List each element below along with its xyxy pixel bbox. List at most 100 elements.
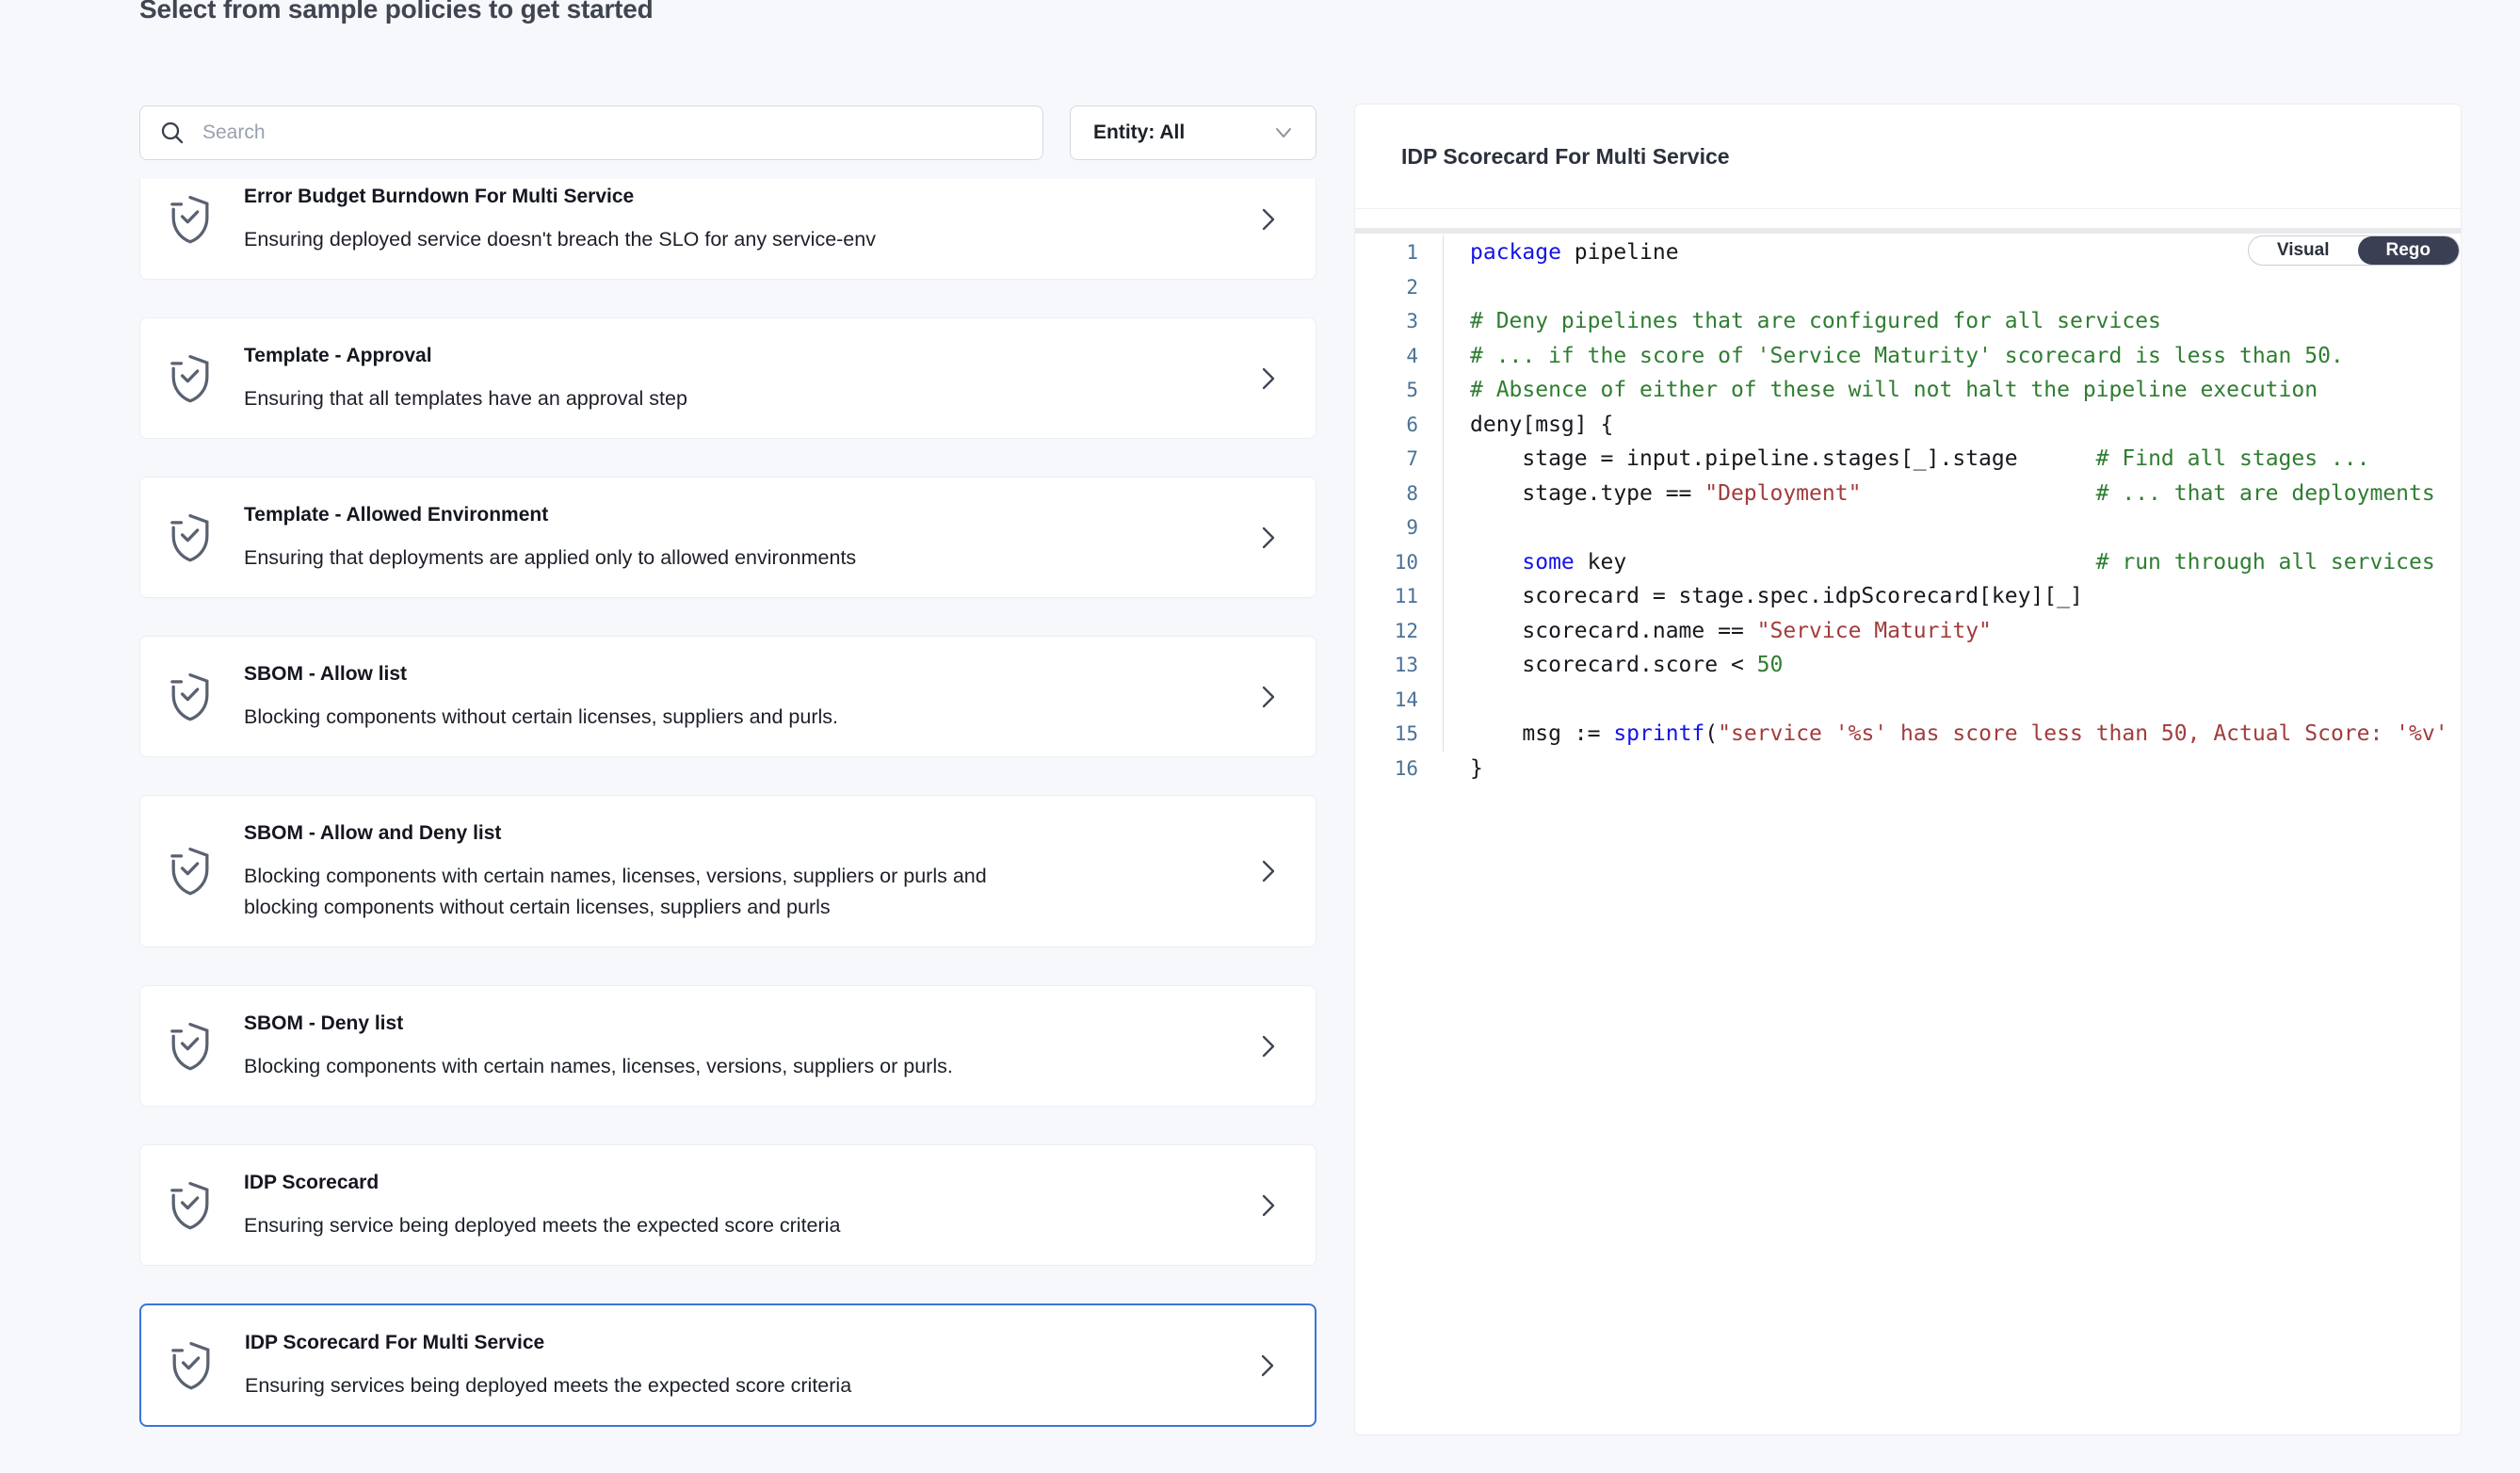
policy-text: Template - Approval Ensuring that all te…	[244, 342, 1035, 414]
search-input[interactable]	[201, 121, 1024, 145]
policy-list-item[interactable]: IDP Scorecard Ensuring service being dep…	[139, 1144, 1317, 1266]
code-line-text: scorecard.name == "Service Maturity"	[1443, 614, 2461, 649]
policy-title: SBOM - Deny list	[244, 1010, 1035, 1038]
shield-check-icon	[169, 1021, 212, 1072]
line-number: 6	[1355, 408, 1418, 443]
shield-check-icon	[169, 846, 212, 897]
search-box[interactable]	[139, 105, 1043, 160]
code-line: 8 stage.type == "Deployment" # ... that …	[1355, 477, 2461, 511]
code-line-text: # ... if the score of 'Service Maturity'…	[1443, 339, 2461, 374]
policy-description: Ensuring services being deployed meets t…	[245, 1370, 1036, 1401]
code-line: 4 # ... if the score of 'Service Maturit…	[1355, 339, 2461, 374]
policy-text: SBOM - Deny list Blocking components wit…	[244, 1010, 1035, 1082]
policy-description: Blocking components with certain names, …	[244, 861, 1035, 923]
code-line-text	[1443, 270, 2461, 305]
line-number: 13	[1355, 648, 1418, 683]
policy-title: IDP Scorecard For Multi Service	[245, 1329, 1036, 1357]
code-line-text: some key # run through all services	[1443, 545, 2461, 580]
chevron-right-icon	[1259, 364, 1278, 394]
line-number: 3	[1355, 304, 1418, 339]
policies-screen: Select from sample policies to get start…	[0, 0, 2520, 1473]
chevron-right-icon	[1259, 523, 1278, 553]
code-line: 13 scorecard.score < 50	[1355, 648, 2461, 683]
chevron-right-icon	[1259, 204, 1278, 235]
line-number: 1	[1355, 235, 1418, 270]
code-line: 11 scorecard = stage.spec.idpScorecard[k…	[1355, 579, 2461, 614]
shield-check-icon	[169, 194, 212, 245]
policy-description: Ensuring service being deployed meets th…	[244, 1210, 1035, 1241]
search-row: Entity: All	[139, 105, 1317, 160]
chevron-right-icon	[1259, 856, 1278, 886]
shield-check-icon	[169, 353, 212, 404]
code-line-text: scorecard = stage.spec.idpScorecard[key]…	[1443, 579, 2461, 614]
shield-check-icon	[169, 672, 212, 722]
line-number: 8	[1355, 477, 1418, 511]
policy-text: Template - Allowed Environment Ensuring …	[244, 501, 1035, 574]
code-line-text: }	[1443, 752, 2461, 786]
page-title: Select from sample policies to get start…	[139, 0, 654, 24]
shield-check-icon	[169, 512, 212, 563]
policy-list-item[interactable]: SBOM - Allow and Deny list Blocking comp…	[139, 795, 1317, 947]
code-line-text: stage = input.pipeline.stages[_].stage #…	[1443, 442, 2461, 477]
code-line: 5 # Absence of either of these will not …	[1355, 373, 2461, 408]
chevron-right-icon	[1258, 1351, 1277, 1381]
policy-title: IDP Scorecard	[244, 1169, 1035, 1197]
policy-description: Blocking components with certain names, …	[244, 1051, 1035, 1082]
view-toggle: Visual Rego	[2248, 235, 2460, 266]
line-number: 2	[1355, 270, 1418, 305]
policy-text: Error Budget Burndown For Multi Service …	[244, 183, 1035, 255]
code-line: 7 stage = input.pipeline.stages[_].stage…	[1355, 442, 2461, 477]
policy-list-item[interactable]: SBOM - Deny list Blocking components wit…	[139, 985, 1317, 1107]
policy-title: Template - Approval	[244, 342, 1035, 370]
toggle-option-rego[interactable]: Rego	[2358, 236, 2460, 265]
code-line: 16 }	[1355, 752, 2461, 786]
code-line: 3 # Deny pipelines that are configured f…	[1355, 304, 2461, 339]
code-line: 14	[1355, 683, 2461, 718]
policy-title: Template - Allowed Environment	[244, 501, 1035, 529]
policy-list: Error Budget Burndown For Multi Service …	[139, 179, 1317, 1445]
code-line-text	[1443, 510, 2461, 545]
line-number: 14	[1355, 683, 1418, 718]
policy-list-item[interactable]: Error Budget Burndown For Multi Service …	[139, 179, 1317, 280]
policy-list-item[interactable]: IDP Scorecard For Multi Service Ensuring…	[139, 1303, 1317, 1427]
chevron-right-icon	[1259, 1190, 1278, 1221]
code-line: 15 msg := sprintf("service '%s' has scor…	[1355, 717, 2461, 752]
policy-text: IDP Scorecard For Multi Service Ensuring…	[245, 1329, 1036, 1401]
line-number: 9	[1355, 510, 1418, 545]
line-number: 16	[1355, 752, 1418, 786]
chevron-right-icon	[1259, 682, 1278, 712]
line-number: 4	[1355, 339, 1418, 374]
line-number: 11	[1355, 579, 1418, 614]
shield-check-icon	[169, 1180, 212, 1231]
search-icon	[159, 120, 186, 146]
policy-list-item[interactable]: SBOM - Allow list Blocking components wi…	[139, 636, 1317, 757]
policy-detail-panel: IDP Scorecard For Multi Service Visual R…	[1354, 104, 2462, 1435]
rego-code-editor[interactable]: 1 package pipeline 2 3 # Deny pipelines …	[1355, 209, 2461, 785]
policy-text: IDP Scorecard Ensuring service being dep…	[244, 1169, 1035, 1241]
chevron-down-icon	[1274, 126, 1293, 139]
line-number: 5	[1355, 373, 1418, 408]
code-line: 12 scorecard.name == "Service Maturity"	[1355, 614, 2461, 649]
detail-panel-title: IDP Scorecard For Multi Service	[1401, 144, 1730, 170]
line-number: 12	[1355, 614, 1418, 649]
entity-filter-dropdown[interactable]: Entity: All	[1070, 105, 1317, 160]
entity-filter-label: Entity: All	[1093, 121, 1185, 144]
line-number: 10	[1355, 545, 1418, 580]
policy-description: Blocking components without certain lice…	[244, 702, 1035, 733]
code-line-text: scorecard.score < 50	[1443, 648, 2461, 683]
line-number: 15	[1355, 717, 1418, 752]
line-number: 7	[1355, 442, 1418, 477]
code-line: 10 some key # run through all services	[1355, 545, 2461, 580]
detail-panel-body: Visual Rego 1 package pipeline 2 3 # Den…	[1355, 209, 2461, 1433]
policy-list-item[interactable]: Template - Allowed Environment Ensuring …	[139, 477, 1317, 598]
code-line-text	[1443, 683, 2461, 718]
toggle-option-visual[interactable]: Visual	[2249, 236, 2358, 265]
policy-description: Ensuring that all templates have an appr…	[244, 383, 1035, 414]
code-line-text: # Deny pipelines that are configured for…	[1443, 304, 2461, 339]
policy-description: Ensuring that deployments are applied on…	[244, 542, 1035, 574]
policy-text: SBOM - Allow list Blocking components wi…	[244, 660, 1035, 733]
policy-title: Error Budget Burndown For Multi Service	[244, 183, 1035, 211]
code-line-text: msg := sprintf("service '%s' has score l…	[1443, 717, 2461, 752]
policy-list-item[interactable]: Template - Approval Ensuring that all te…	[139, 317, 1317, 439]
policy-text: SBOM - Allow and Deny list Blocking comp…	[244, 819, 1035, 923]
